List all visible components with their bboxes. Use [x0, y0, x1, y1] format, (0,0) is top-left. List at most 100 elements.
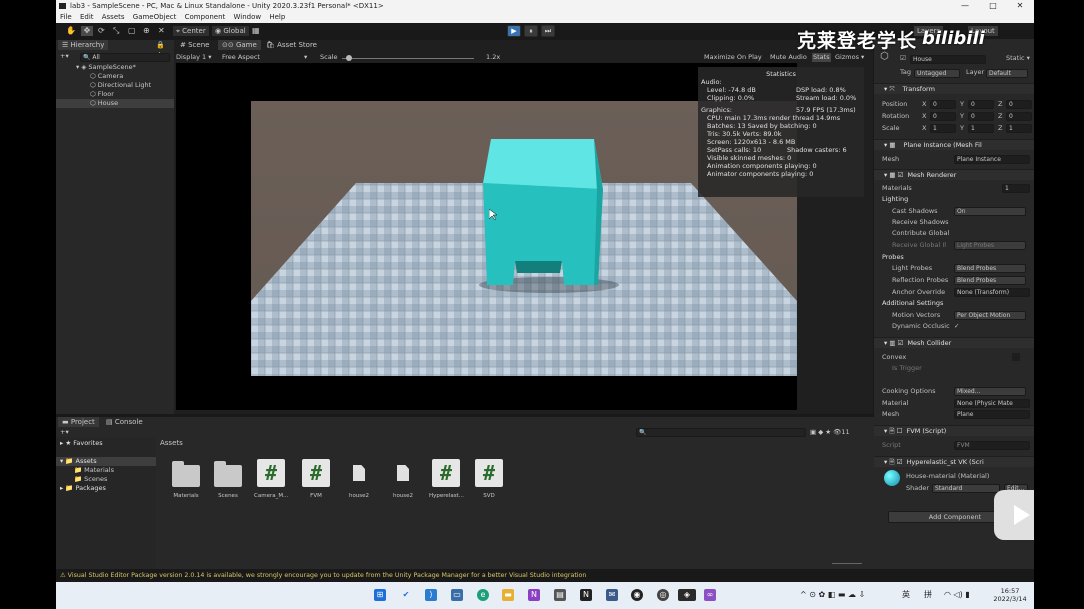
- menu-component[interactable]: Component: [185, 13, 226, 21]
- grid-snap-icon[interactable]: ▦: [252, 26, 260, 36]
- asset-folder-materials[interactable]: Materials: [169, 459, 203, 499]
- project-create-button[interactable]: +▾: [60, 428, 69, 437]
- close-button[interactable]: ✕: [1006, 0, 1034, 12]
- asset-file-house2[interactable]: house2: [342, 459, 376, 499]
- vscode-icon[interactable]: ⟩: [425, 589, 437, 601]
- cast-shadows-dropdown[interactable]: On: [954, 207, 1026, 216]
- script-field[interactable]: FVM: [954, 441, 1030, 450]
- mesh-renderer-header[interactable]: ▾ ▦ ☑ Mesh Renderer: [874, 169, 1034, 180]
- create-button[interactable]: +▾: [60, 52, 69, 61]
- convex-checkbox[interactable]: [1012, 353, 1020, 361]
- explorer-icon[interactable]: ▬: [502, 589, 514, 601]
- unity-taskbar-icon[interactable]: ◈: [678, 589, 696, 601]
- menu-assets[interactable]: Assets: [102, 13, 125, 21]
- scale-x-field[interactable]: 1: [930, 124, 956, 133]
- step-button[interactable]: ⏭: [541, 25, 555, 37]
- monitor-icon[interactable]: ▭: [451, 589, 463, 601]
- scale-y-field[interactable]: 1: [968, 124, 994, 133]
- edge-icon[interactable]: e: [477, 589, 489, 601]
- probes-foldout[interactable]: Probes: [882, 252, 1034, 262]
- status-bar[interactable]: ⚠ Visual Studio Editor Package version 2…: [56, 569, 1034, 582]
- hierarchy-lock-icon[interactable]: 🔒⋮: [152, 40, 174, 59]
- notion-icon[interactable]: N: [580, 589, 592, 601]
- static-toggle[interactable]: Static ▾: [1006, 53, 1034, 63]
- mesh-filter-header[interactable]: ▾ ▦ Plane Instance (Mesh Fil: [874, 139, 1034, 150]
- object-name-field[interactable]: House: [910, 55, 986, 64]
- lighting-foldout[interactable]: Lighting: [882, 194, 1034, 204]
- tree-assets[interactable]: ▾ 📁 Assets: [56, 457, 156, 466]
- dynamic-occlusion-checkbox[interactable]: ✓: [954, 321, 1034, 331]
- hand-tool-icon[interactable]: ✋: [66, 26, 76, 36]
- tree-materials[interactable]: 📁 Materials: [74, 466, 114, 475]
- hierarchy-item-floor[interactable]: ⬡ Floor: [90, 90, 114, 99]
- reflection-probes-dropdown[interactable]: Blend Probes: [954, 276, 1026, 285]
- mail-icon[interactable]: ✉: [606, 589, 618, 601]
- menu-window[interactable]: Window: [234, 13, 262, 21]
- display-dropdown[interactable]: Display 1 ▾: [176, 53, 212, 62]
- app-icon[interactable]: ▤: [554, 589, 566, 601]
- project-search-input[interactable]: 🔍: [636, 428, 806, 437]
- position-z-field[interactable]: 0: [1006, 100, 1032, 109]
- project-breadcrumb[interactable]: Assets: [160, 439, 183, 448]
- mute-audio-toggle[interactable]: Mute Audio: [770, 53, 807, 62]
- obs-icon[interactable]: ◉: [631, 589, 643, 601]
- aspect-dropdown[interactable]: Free Aspect: [222, 53, 314, 62]
- receive-gi-dropdown[interactable]: Light Probes: [954, 241, 1026, 250]
- github-icon[interactable]: ◎: [657, 589, 669, 601]
- project-filter-icons[interactable]: ▣ ◆ ★ 👁11: [810, 428, 850, 437]
- scale-tool-icon[interactable]: ⤡: [113, 26, 119, 36]
- physic-material-field[interactable]: None (Physic Mate: [954, 399, 1030, 408]
- shader-dropdown[interactable]: Standard: [932, 484, 1000, 493]
- position-y-field[interactable]: 0: [968, 100, 994, 109]
- motion-vectors-dropdown[interactable]: Per Object Motion: [954, 311, 1026, 320]
- stats-toggle[interactable]: Stats: [812, 53, 831, 62]
- mesh-field[interactable]: Plane Instance: [954, 155, 1030, 164]
- materials-count[interactable]: 1: [1002, 184, 1030, 193]
- light-probes-dropdown[interactable]: Blend Probes: [954, 264, 1026, 273]
- transform-header[interactable]: ▾ ⤧ Transform: [874, 83, 1034, 94]
- rotation-z-field[interactable]: 0: [1006, 112, 1032, 121]
- tree-packages[interactable]: ▸ 📁 Packages: [60, 484, 106, 493]
- menu-file[interactable]: File: [60, 13, 72, 21]
- transform-tool-icon[interactable]: ⊕: [143, 26, 150, 36]
- tab-asset-store[interactable]: 🛍 Asset Store: [262, 40, 321, 50]
- hierarchy-item-house[interactable]: ⬡ House: [56, 99, 174, 108]
- hierarchy-search-input[interactable]: 🔍 All: [80, 53, 170, 62]
- cooking-options-dropdown[interactable]: Mixed...: [954, 387, 1026, 396]
- asset-script-fvm[interactable]: # FVM: [299, 459, 333, 499]
- taskbar-clock[interactable]: 16:57 2022/3/14: [990, 587, 1030, 603]
- tag-dropdown[interactable]: Untagged: [914, 69, 960, 78]
- ime-pinyin[interactable]: 拼: [924, 590, 932, 600]
- pivot-center-toggle[interactable]: ⌖ Center: [173, 26, 209, 36]
- layer-dropdown[interactable]: Default: [986, 69, 1028, 78]
- rotate-tool-icon[interactable]: ⟳: [98, 26, 105, 36]
- tab-hierarchy[interactable]: ☰ Hierarchy: [58, 40, 109, 50]
- minimize-button[interactable]: —: [951, 0, 979, 12]
- onenote-icon[interactable]: N: [528, 589, 540, 601]
- rotation-x-field[interactable]: 0: [930, 112, 956, 121]
- menu-gameobject[interactable]: GameObject: [133, 13, 177, 21]
- icon-size-slider[interactable]: [832, 563, 862, 564]
- scale-slider-thumb[interactable]: [346, 55, 352, 61]
- rect-tool-icon[interactable]: ▢: [128, 26, 136, 36]
- mesh-collider-header[interactable]: ▾ ▥ ☑ Mesh Collider: [874, 337, 1034, 348]
- menu-edit[interactable]: Edit: [80, 13, 94, 21]
- asset-file-house2-b[interactable]: house2: [386, 459, 420, 499]
- hierarchy-item-camera[interactable]: ⬡ Camera: [90, 72, 123, 81]
- ime-english[interactable]: 英: [902, 590, 910, 600]
- fvm-script-header[interactable]: ▾ 🗎 ☐ FVM (Script): [874, 425, 1034, 436]
- play-button[interactable]: ▶: [507, 25, 521, 37]
- anchor-override-field[interactable]: None (Transform): [954, 288, 1030, 297]
- collider-mesh-field[interactable]: Plane: [954, 410, 1030, 419]
- additional-settings-foldout[interactable]: Additional Settings: [882, 298, 1034, 308]
- scale-z-field[interactable]: 1: [1006, 124, 1032, 133]
- asset-folder-scenes[interactable]: Scenes: [211, 459, 245, 499]
- tab-project[interactable]: ▬ Project: [58, 417, 99, 427]
- custom-tool-icon[interactable]: ✕: [158, 26, 165, 36]
- menu-help[interactable]: Help: [269, 13, 285, 21]
- position-x-field[interactable]: 0: [930, 100, 956, 109]
- move-tool-icon[interactable]: ✥: [81, 26, 93, 36]
- start-icon[interactable]: ⊞: [374, 589, 386, 601]
- asset-script-svd[interactable]: # SVD: [472, 459, 506, 499]
- pivot-global-toggle[interactable]: ◉ Global: [212, 26, 249, 36]
